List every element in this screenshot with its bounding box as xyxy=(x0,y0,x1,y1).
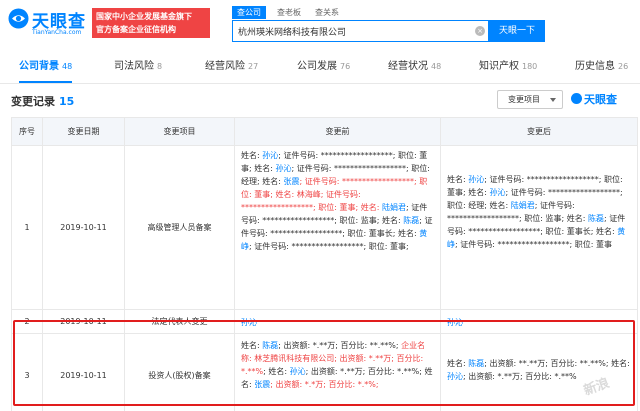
clear-icon[interactable]: × xyxy=(475,26,485,36)
table-row: 1 2019-10-11 高级管理人员备案 姓名: 孙沁 ; 证件号码: ****… xyxy=(11,146,638,310)
person-name-link[interactable]: 孙沁 xyxy=(489,188,505,197)
tab-search-relation[interactable]: 查关系 xyxy=(310,6,344,19)
row-number: 3 xyxy=(11,334,42,411)
tab-company-background[interactable]: 公司背景 48 xyxy=(19,54,73,83)
change-text: 姓名: xyxy=(447,175,469,184)
watermark-logo-text: 天眼查 xyxy=(584,93,617,106)
row-before-content: 姓名: 陈磊; 出资额: *.**万; 百分比: **.**%; 企业名称: 林… xyxy=(234,334,440,411)
tab-label: 经营风险 xyxy=(205,61,245,72)
tab-label: 历史信息 xyxy=(575,61,615,72)
tab-search-boss[interactable]: 查老板 xyxy=(272,6,306,19)
tab-company-development[interactable]: 公司发展 76 xyxy=(297,54,350,83)
row-date: 2019-10-11 xyxy=(42,334,124,411)
tab-count: 180 xyxy=(522,62,538,71)
change-text: ; 姓名: xyxy=(263,367,290,376)
tab-intellectual-property[interactable]: 知识产权 180 xyxy=(479,54,537,83)
tab-search-company[interactable]: 查公司 xyxy=(232,6,266,19)
change-item-filter[interactable]: 变更项目 xyxy=(497,90,563,109)
tab-label: 公司发展 xyxy=(297,61,337,72)
eye-logo-icon xyxy=(8,8,29,29)
person-name-link[interactable]: 陈磊 xyxy=(468,359,484,368)
person-name-link[interactable]: 陈磊 xyxy=(588,214,604,223)
person-name-link[interactable]: 陈磊 xyxy=(403,216,419,225)
search-input[interactable] xyxy=(233,21,483,41)
top-header: 天眼查 TianYanCha.com 国家中小企业发展基金旗下 官方备案企业征信… xyxy=(0,0,640,52)
change-text: ; 出资额: *.**万; 百分比: **.**%; xyxy=(278,341,402,350)
person-name-link[interactable]: 孙沁 xyxy=(447,372,463,381)
tab-count: 48 xyxy=(62,62,73,71)
slogan-banner: 国家中小企业发展基金旗下 官方备案企业征信机构 xyxy=(92,8,210,38)
person-name-link[interactable]: 孙沁 xyxy=(241,318,257,327)
section-nav: 公司背景 48 司法风险 8 经营风险 27 公司发展 76 经营状况 48 知识产权 18… xyxy=(0,54,640,84)
change-text: 姓名: xyxy=(241,341,263,350)
person-name-link[interactable]: 张震 xyxy=(283,177,299,186)
person-name-link[interactable]: 孙沁 xyxy=(275,164,291,173)
section-title: 变更记录 15 xyxy=(11,93,74,109)
tab-operating-risk[interactable]: 经营风险 27 xyxy=(205,54,258,83)
filter-label: 变更项目 xyxy=(508,95,540,104)
row-change-item: 高级管理人员备案 xyxy=(124,146,234,309)
row-before-content: 姓名: 孙沁 ; 证件号码: ******************; 职位: 董事… xyxy=(234,146,440,309)
person-name-link[interactable]: 陆娟君 xyxy=(382,203,406,212)
tab-label: 知识产权 xyxy=(479,61,519,72)
site-logo[interactable]: 天眼查 TianYanCha.com xyxy=(8,7,88,41)
change-text: ; 出资额: *.*万; 百分比: *.*%; xyxy=(270,380,379,389)
tab-label: 经营状况 xyxy=(388,61,428,72)
search-box: × xyxy=(232,20,489,42)
person-name-link[interactable]: 孙沁 xyxy=(447,318,463,327)
logo-subtitle: TianYanCha.com xyxy=(32,29,82,36)
row-date: 2019-10-11 xyxy=(42,146,124,309)
row-change-item: 法定代表人变更 xyxy=(124,310,234,333)
tab-count: 48 xyxy=(431,62,442,71)
change-text: 姓名: xyxy=(447,359,469,368)
row-date: 2019-10-11 xyxy=(42,310,124,333)
row-after-content: 姓名: 孙沁 ; 证件号码: ******************; 职位: 董事… xyxy=(440,146,638,309)
row-before-content: 孙沁 xyxy=(234,310,440,333)
change-text: ; 证件号码: ******************; 职位: 董事; xyxy=(249,242,409,251)
column-header-date: 变更日期 xyxy=(42,118,124,145)
tab-count: 76 xyxy=(340,62,351,71)
tab-count: 26 xyxy=(618,62,629,71)
row-number: 2 xyxy=(11,310,42,333)
tab-label: 公司背景 xyxy=(19,61,59,72)
person-name-link[interactable]: 陆娟君 xyxy=(511,201,535,210)
table-row: 3 2019-10-11 投资人(股权)备案 姓名: 陈磊; 出资额: *.**… xyxy=(11,334,638,411)
eye-icon xyxy=(571,93,582,104)
section-title-text: 变更记录 xyxy=(11,95,55,108)
tab-count: 27 xyxy=(248,62,259,71)
change-text: ; 证件号码: ******************; 职位: 董事 xyxy=(455,240,612,249)
table-header-row: 序号 变更日期 变更项目 变更前 变更后 xyxy=(11,117,638,146)
change-text: ; 出资额: *.**万; 百分比: *.**% xyxy=(463,372,577,381)
column-header-after: 变更后 xyxy=(440,118,638,145)
person-name-link[interactable]: 陈磊 xyxy=(262,341,278,350)
tab-label: 司法风险 xyxy=(114,61,154,72)
tab-judicial-risk[interactable]: 司法风险 8 xyxy=(114,54,162,83)
column-header-no: 序号 xyxy=(11,118,42,145)
section-count: 15 xyxy=(59,95,75,108)
column-header-before: 变更前 xyxy=(234,118,440,145)
person-name-link[interactable]: 张震 xyxy=(254,380,270,389)
person-name-link[interactable]: 孙沁 xyxy=(290,367,306,376)
caret-down-icon xyxy=(550,98,556,102)
tab-history[interactable]: 历史信息 26 xyxy=(575,54,628,83)
tab-operating-status[interactable]: 经营状况 48 xyxy=(388,54,441,83)
column-header-item: 变更项目 xyxy=(124,118,234,145)
search-button[interactable]: 天眼一下 xyxy=(489,20,545,42)
table-row: 2 2019-10-11 法定代表人变更 孙沁 孙沁 xyxy=(11,310,638,334)
slogan-line-1: 国家中小企业发展基金旗下 xyxy=(96,12,192,21)
row-after-content: 孙沁 xyxy=(440,310,638,333)
change-text: 姓名: xyxy=(241,151,263,160)
watermark-logo: 天眼查 xyxy=(571,91,617,107)
slogan-line-2: 官方备案企业征信机构 xyxy=(96,25,176,34)
person-name-link[interactable]: 孙沁 xyxy=(468,175,484,184)
change-text: ; 出资额: **.**万; 百分比: **.**%; 姓名: xyxy=(484,359,630,368)
person-name-link[interactable]: 孙沁 xyxy=(262,151,278,160)
row-after-content: 姓名: 陈磊; 出资额: **.**万; 百分比: **.**%; 姓名: 孙沁… xyxy=(440,334,638,411)
row-number: 1 xyxy=(11,146,42,309)
row-change-item: 投资人(股权)备案 xyxy=(124,334,234,411)
tab-count: 8 xyxy=(157,62,163,71)
